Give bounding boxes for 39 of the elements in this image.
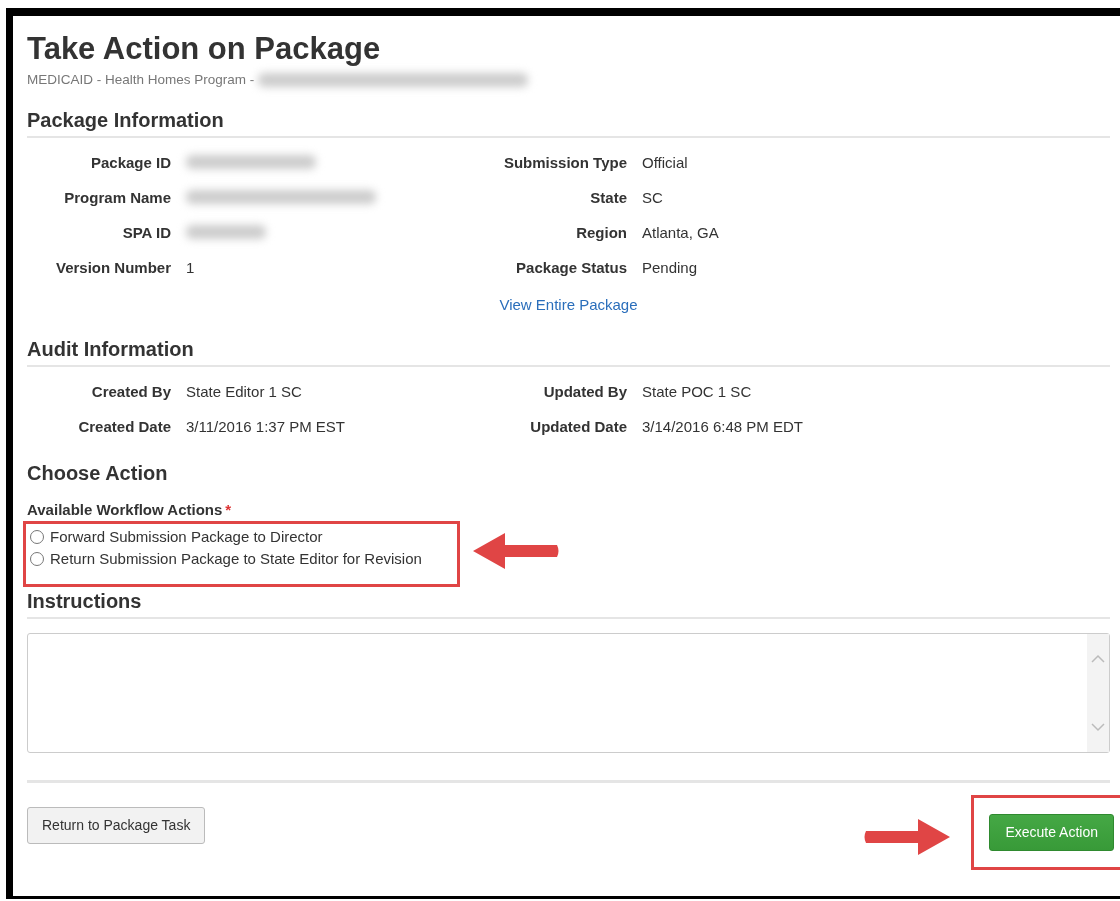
field-label: Package Status <box>515 258 627 279</box>
field-value: State POC 1 SC <box>642 381 752 402</box>
execute-button[interactable]: Execute Action <box>989 814 1114 852</box>
field-value: Atlanta, GA <box>642 223 719 244</box>
field-label: Created Date <box>77 416 171 437</box>
section-heading: Audit Information <box>27 336 1110 367</box>
field-label: Available Workflow Actions <box>27 499 223 520</box>
field-label: SPA ID <box>121 223 171 244</box>
section-heading: Instructions <box>27 589 1110 620</box>
required-mark: * <box>225 499 232 520</box>
option-label: Return Submission Package to State Editor for Revision <box>50 549 422 570</box>
field-value: 3/11/2016 1:37 PM EST <box>186 416 345 437</box>
section-heading: Choose Action <box>27 460 169 486</box>
section-heading: Package Information <box>27 108 1110 139</box>
field-label: Updated By <box>542 381 627 402</box>
page-title: Take Action on Package <box>27 32 382 67</box>
scroll-up-icon[interactable] <box>1091 654 1105 664</box>
field-value: State Editor 1 SC <box>186 381 302 402</box>
option-label: Forward Submission Package to Director <box>50 527 323 548</box>
field-value: SC <box>642 188 663 209</box>
field-value: Official <box>642 153 688 174</box>
field-label: Version Number <box>54 258 171 279</box>
field-label: Package ID <box>89 153 171 174</box>
field-label: State <box>589 188 627 209</box>
field-label: Program Name <box>63 188 171 209</box>
return-button[interactable]: Return to Package Task <box>27 806 206 844</box>
field-label: Region <box>575 223 627 244</box>
instructions-field[interactable] <box>27 633 1110 754</box>
field-value: 3/14/2016 6:48 PM EDT <box>642 416 803 437</box>
field-value: 1 <box>186 258 195 279</box>
field-value: Pending <box>642 258 698 279</box>
page-subtitle: MEDICAID - Health Homes Program - <box>27 71 255 90</box>
field-label: Submission Type <box>502 153 627 174</box>
view-package-link[interactable]: View Entire Package <box>499 296 638 314</box>
scroll-down-icon[interactable] <box>1091 723 1105 733</box>
field-label: Created By <box>90 381 171 402</box>
radio-button[interactable] <box>30 552 44 567</box>
radio-button[interactable] <box>30 530 44 545</box>
field-label: Updated Date <box>529 416 627 437</box>
